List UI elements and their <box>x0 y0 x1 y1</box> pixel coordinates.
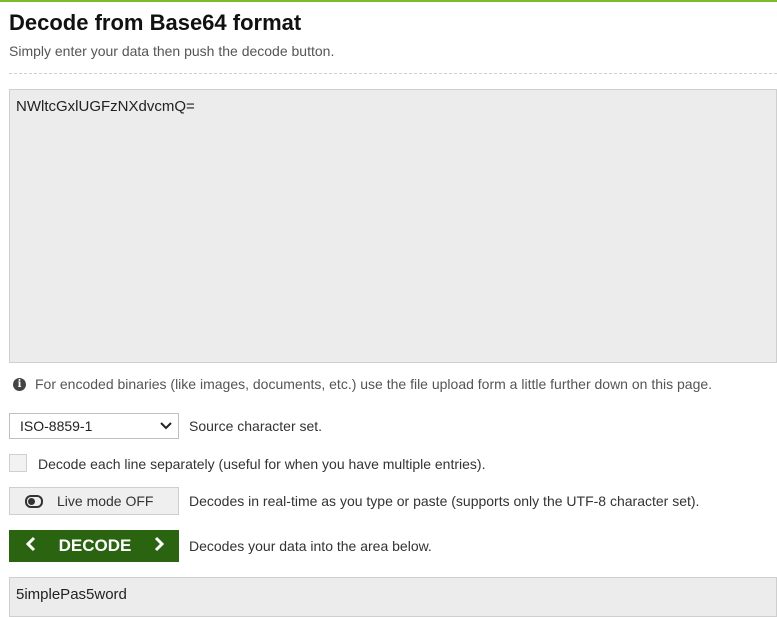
decode-lines-label[interactable]: Decode each line separately (useful for … <box>38 456 485 472</box>
info-text: For encoded binaries (like images, docum… <box>35 376 713 392</box>
charset-label: Source character set. <box>189 418 323 434</box>
page-title: Decode from Base64 format <box>9 10 302 35</box>
info-note: i For encoded binaries (like images, doc… <box>13 376 712 392</box>
charset-selected-value: ISO-8859-1 <box>20 418 93 434</box>
live-mode-button[interactable]: Live mode OFF <box>9 487 179 515</box>
decode-button-label: DECODE <box>58 536 132 555</box>
page-subtitle: Simply enter your data then push the dec… <box>9 43 335 59</box>
top-accent-line <box>0 0 777 2</box>
encoded-input[interactable]: NWltcGxlUGFzNXdvcmQ= <box>9 89 777 363</box>
toggle-icon <box>25 494 43 508</box>
divider <box>9 73 777 74</box>
decode-button[interactable]: DECODE <box>9 530 179 562</box>
chevron-right-icon <box>153 536 165 557</box>
decode-description: Decodes your data into the area below. <box>189 538 432 554</box>
chevron-down-icon <box>160 414 172 445</box>
decode-lines-checkbox[interactable] <box>9 454 27 472</box>
decoded-output[interactable]: 5implePas5word <box>9 577 777 617</box>
live-mode-label: Live mode OFF <box>57 493 154 509</box>
live-mode-description: Decodes in real-time as you type or past… <box>189 493 700 509</box>
charset-select[interactable]: ISO-8859-1 <box>9 413 179 439</box>
info-icon: i <box>13 377 26 391</box>
chevron-left-icon <box>25 536 37 557</box>
